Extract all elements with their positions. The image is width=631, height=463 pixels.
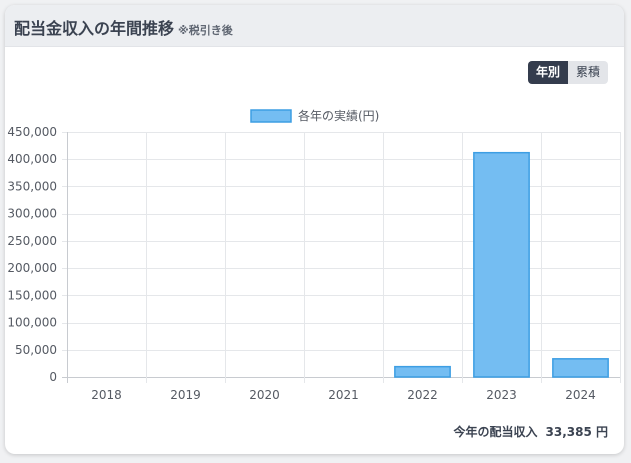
x-tick-label: 2021 — [328, 388, 359, 402]
bar-2024 — [552, 358, 609, 378]
y-tick-label: 300,000 — [7, 207, 57, 221]
x-tick-label: 2020 — [249, 388, 280, 402]
bar-2022 — [394, 365, 451, 378]
x-tick-label: 2019 — [170, 388, 201, 402]
legend-swatch — [250, 109, 292, 123]
y-tick-label: 0 — [49, 370, 57, 384]
y-tick-label: 250,000 — [7, 234, 57, 248]
x-tick-label: 2024 — [565, 388, 596, 402]
y-tick-label: 50,000 — [15, 343, 57, 357]
y-tick-label: 200,000 — [7, 261, 57, 275]
y-tick-label: 100,000 — [7, 316, 57, 330]
y-tick-label: 150,000 — [7, 288, 57, 302]
bar-chart: 0 50,000 100,000 150,000 200,000 250,000 300,0… — [7, 108, 621, 402]
y-tick-label: 400,000 — [7, 152, 57, 166]
legend-label: 各年の実績(円) — [298, 108, 379, 123]
x-tick-label: 2022 — [407, 388, 438, 402]
x-tick-label: 2023 — [486, 388, 517, 402]
x-tick-label: 2018 — [91, 388, 122, 402]
y-tick-label: 450,000 — [7, 125, 57, 139]
bar-2023 — [473, 151, 530, 378]
y-tick-label: 350,000 — [7, 179, 57, 193]
